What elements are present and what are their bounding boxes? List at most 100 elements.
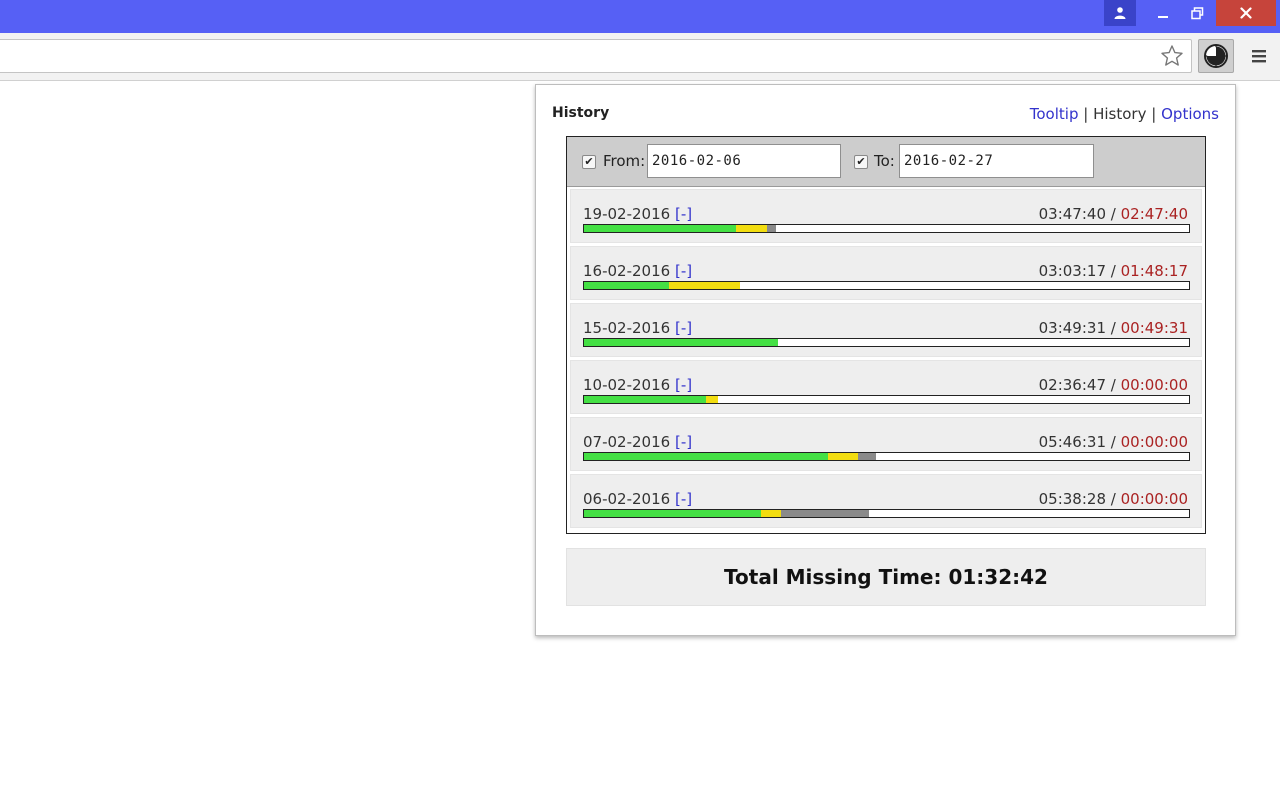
row-times: 05:46:31 / 00:00:00 [1039, 433, 1188, 451]
nav-tooltip-link[interactable]: Tooltip [1030, 105, 1079, 123]
remove-day-link[interactable]: [-] [675, 490, 692, 508]
window-title-bar [0, 0, 1280, 33]
worked-time: 03:49:31 [1038, 319, 1106, 337]
row-date: 15-02-2016 [-] [583, 319, 692, 337]
history-row: 16-02-2016 [-] 03:03:17 / 01:48:17 [570, 246, 1202, 300]
nav-separator: | [1083, 105, 1089, 123]
time-separator: / [1110, 205, 1116, 223]
minimize-button[interactable] [1150, 0, 1176, 26]
worked-time: 05:38:28 [1038, 490, 1106, 508]
close-button[interactable] [1216, 0, 1276, 26]
popup-nav: Tooltip | History | Options [1030, 105, 1219, 123]
bookmark-star-button[interactable] [1158, 42, 1186, 70]
from-date-input[interactable]: 2016-02-06 [647, 144, 841, 178]
row-times: 03:47:40 / 02:47:40 [1039, 205, 1188, 223]
day-progress-bar [583, 281, 1190, 290]
nav-history-current: History [1093, 105, 1147, 123]
total-missing-time: Total Missing Time: 01:32:42 [566, 548, 1206, 606]
user-profile-button[interactable] [1104, 0, 1136, 26]
worked-segment [584, 282, 669, 289]
restore-button[interactable] [1184, 0, 1210, 26]
time-tracker-extension-button[interactable] [1198, 39, 1234, 73]
row-date-text: 10-02-2016 [583, 376, 671, 394]
day-progress-bar [583, 452, 1190, 461]
row-date-text: 07-02-2016 [583, 433, 671, 451]
row-times: 03:03:17 / 01:48:17 [1039, 262, 1188, 280]
date-filter-bar: ✔ From: 2016-02-06 ✔ To: 2016-02-27 [567, 137, 1205, 187]
worked-time: 02:36:47 [1038, 376, 1106, 394]
idle-segment [858, 453, 876, 460]
idle-segment [781, 510, 869, 517]
row-date-text: 19-02-2016 [583, 205, 671, 223]
clock-icon [1204, 44, 1228, 68]
missing-time: 02:47:40 [1120, 205, 1188, 223]
history-row: 10-02-2016 [-] 02:36:47 / 00:00:00 [570, 360, 1202, 414]
row-date: 07-02-2016 [-] [583, 433, 692, 451]
history-panel: ✔ From: 2016-02-06 ✔ To: 2016-02-27 19-0… [566, 136, 1206, 534]
worked-time: 03:03:17 [1038, 262, 1106, 280]
checkmark-icon: ✔ [584, 155, 594, 168]
nav-options-link[interactable]: Options [1161, 105, 1219, 123]
checkmark-icon: ✔ [856, 155, 866, 168]
from-label: From: [603, 152, 646, 170]
time-separator: / [1110, 490, 1116, 508]
day-progress-bar [583, 509, 1190, 518]
row-date-text: 06-02-2016 [583, 490, 671, 508]
remove-day-link[interactable]: [-] [675, 262, 692, 280]
worked-segment [584, 225, 736, 232]
person-icon [1114, 7, 1126, 19]
close-icon [1240, 7, 1252, 19]
row-times: 05:38:28 / 00:00:00 [1039, 490, 1188, 508]
row-date-text: 16-02-2016 [583, 262, 671, 280]
to-date-input[interactable]: 2016-02-27 [899, 144, 1094, 178]
browser-toolbar [0, 33, 1280, 81]
star-outline-icon [1161, 45, 1183, 66]
time-separator: / [1110, 262, 1116, 280]
minimize-icon [1158, 16, 1168, 18]
worked-segment [584, 510, 761, 517]
browser-menu-button[interactable] [1246, 42, 1272, 70]
to-checkbox[interactable]: ✔ [854, 155, 868, 169]
worked-segment [584, 453, 828, 460]
time-separator: / [1110, 433, 1116, 451]
extension-popup: History Tooltip | History | Options ✔ Fr… [535, 84, 1236, 636]
nav-separator: | [1151, 105, 1157, 123]
address-bar[interactable] [0, 39, 1192, 73]
popup-title: History [552, 105, 610, 121]
remove-day-link[interactable]: [-] [675, 205, 692, 223]
restore-icon [1190, 6, 1203, 19]
missing-time: 01:48:17 [1120, 262, 1188, 280]
to-label: To: [874, 152, 895, 170]
remove-day-link[interactable]: [-] [675, 433, 692, 451]
day-progress-bar [583, 338, 1190, 347]
time-separator: / [1110, 319, 1116, 337]
row-date: 10-02-2016 [-] [583, 376, 692, 394]
day-progress-bar [583, 395, 1190, 404]
break-segment [669, 282, 740, 289]
break-segment [736, 225, 767, 232]
row-times: 03:49:31 / 00:49:31 [1039, 319, 1188, 337]
missing-time: 00:00:00 [1120, 433, 1188, 451]
remove-day-link[interactable]: [-] [675, 319, 692, 337]
worked-segment [584, 396, 706, 403]
worked-time: 03:47:40 [1038, 205, 1106, 223]
break-segment [828, 453, 858, 460]
break-segment [706, 396, 718, 403]
idle-segment [767, 225, 776, 232]
history-row: 07-02-2016 [-] 05:46:31 / 00:00:00 [570, 417, 1202, 471]
row-date-text: 15-02-2016 [583, 319, 671, 337]
time-separator: / [1110, 376, 1116, 394]
row-date: 16-02-2016 [-] [583, 262, 692, 280]
remove-day-link[interactable]: [-] [675, 376, 692, 394]
history-row: 15-02-2016 [-] 03:49:31 / 00:49:31 [570, 303, 1202, 357]
history-row: 06-02-2016 [-] 05:38:28 / 00:00:00 [570, 474, 1202, 528]
day-progress-bar [583, 224, 1190, 233]
worked-segment [584, 339, 778, 346]
row-date: 06-02-2016 [-] [583, 490, 692, 508]
missing-time: 00:00:00 [1120, 376, 1188, 394]
worked-time: 05:46:31 [1038, 433, 1106, 451]
break-segment [761, 510, 781, 517]
history-list: 19-02-2016 [-] 03:47:40 / 02:47:40 16-02-2… [570, 189, 1202, 531]
from-checkbox[interactable]: ✔ [582, 155, 596, 169]
missing-time: 00:49:31 [1120, 319, 1188, 337]
